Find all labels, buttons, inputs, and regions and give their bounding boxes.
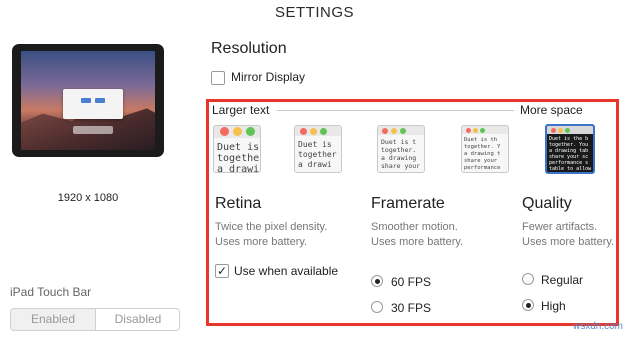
quality-title: Quality	[522, 195, 572, 212]
watermark: wsxdn.com	[572, 321, 623, 332]
quality-desc-line-1: Fewer artifacts.	[522, 221, 598, 233]
resolution-thumbnail-1[interactable]: Duet is together a drawi	[213, 125, 261, 173]
framerate-30fps-label[interactable]: 30 FPS	[391, 301, 431, 315]
retina-desc-line-1: Twice the pixel density.	[215, 221, 328, 233]
retina-checkbox-label[interactable]: Use when available	[234, 264, 338, 278]
framerate-desc-line-2: Uses more battery.	[371, 236, 464, 248]
resolution-thumbnail-4[interactable]: Duet is th together. Y a drawing t share…	[461, 125, 509, 173]
touch-bar-enabled-option[interactable]: Enabled	[11, 309, 95, 330]
slider-larger-text-label: Larger text	[212, 103, 270, 117]
quality-regular-label[interactable]: Regular	[541, 273, 583, 287]
framerate-60fps-radio[interactable]	[371, 275, 383, 287]
preview-dock	[73, 126, 113, 134]
touch-bar-label: iPad Touch Bar	[10, 285, 92, 299]
framerate-30fps-radio[interactable]	[371, 301, 383, 313]
desktop-wallpaper	[21, 51, 155, 150]
retina-desc-line-2: Uses more battery.	[215, 236, 308, 248]
framerate-description: Smoother motion. Uses more battery.	[371, 220, 463, 250]
thumbnail-1-text: Duet is together a drawi	[217, 142, 261, 173]
slider-more-space-label: More space	[520, 103, 583, 117]
quality-description: Fewer artifacts. Uses more battery.	[522, 220, 614, 250]
quality-regular-radio[interactable]	[522, 273, 534, 285]
mirror-display-label[interactable]: Mirror Display	[231, 70, 305, 84]
resolution-value: 1920 x 1080	[57, 192, 119, 204]
resolution-thumbnail-2[interactable]: Duet is together a drawi	[294, 125, 342, 173]
quality-high-label[interactable]: High	[541, 299, 566, 313]
thumbnail-4-text: Duet is th together. Y a drawing t share…	[464, 137, 501, 171]
resolution-thumbnail-5-selected[interactable]: Duet is the b together. You a drawing ta…	[545, 124, 595, 174]
touch-bar-segmented-control[interactable]: Enabled Disabled	[10, 308, 180, 331]
device-preview	[12, 44, 164, 157]
quality-desc-line-2: Uses more battery.	[522, 236, 615, 248]
preview-dialog	[63, 89, 123, 119]
resolution-thumbnail-3[interactable]: Duet is t together. a drawing share your	[377, 125, 425, 173]
resolution-heading: Resolution	[211, 40, 287, 57]
thumbnail-5-text: Duet is the b together. You a drawing ta…	[549, 136, 592, 172]
retina-checkbox[interactable]: ✓	[215, 264, 229, 278]
thumbnail-2-text: Duet is together a drawi	[298, 140, 337, 169]
settings-title: SETTINGS	[274, 4, 354, 21]
thumbnail-3-text: Duet is t together. a drawing share your	[381, 138, 421, 170]
framerate-title: Framerate	[371, 195, 445, 212]
touch-bar-disabled-option[interactable]: Disabled	[95, 309, 179, 330]
quality-high-radio[interactable]	[522, 299, 534, 311]
framerate-desc-line-1: Smoother motion.	[371, 221, 458, 233]
retina-title: Retina	[215, 195, 262, 212]
retina-description: Twice the pixel density. Uses more batte…	[215, 220, 327, 250]
framerate-60fps-label[interactable]: 60 FPS	[391, 275, 431, 289]
mirror-display-checkbox[interactable]	[211, 71, 225, 85]
resolution-slider-track[interactable]	[277, 110, 514, 111]
